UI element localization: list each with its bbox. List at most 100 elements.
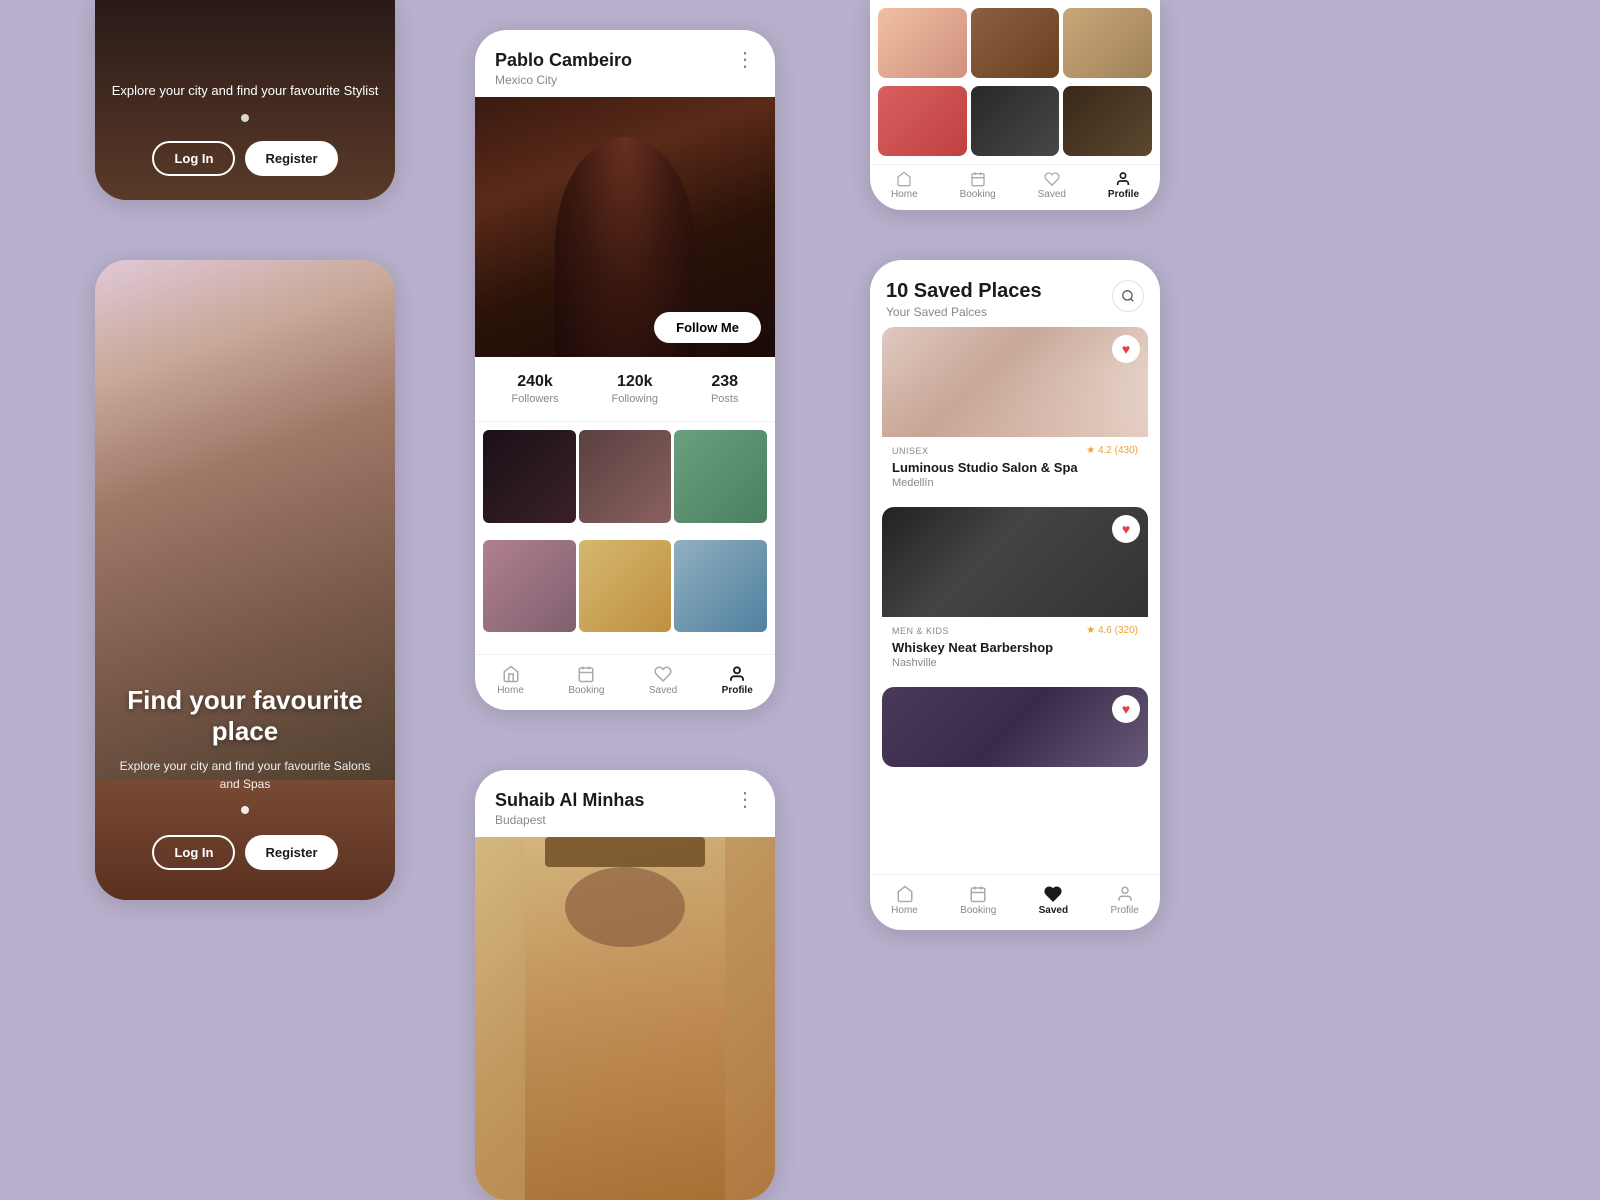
saved-bottom-nav: Home Booking Saved Profile	[870, 874, 1160, 930]
pablo-nav-profile-label: Profile	[722, 685, 753, 696]
pablo-nav-booking[interactable]: Booking	[568, 665, 604, 696]
pablo-photo-4[interactable]	[483, 540, 576, 633]
spa-city: Medellín	[892, 477, 1138, 489]
followers-value: 240k	[511, 373, 558, 391]
gallery-photo-5[interactable]	[971, 86, 1060, 156]
pablo-nav-saved-label: Saved	[649, 685, 677, 696]
barber-info: MEN & KIDS ★ 4.6 (320) Whiskey Neat Barb…	[882, 617, 1148, 677]
posts-label: Posts	[711, 393, 739, 405]
gallery-nav-profile[interactable]: Profile	[1108, 171, 1139, 200]
pablo-photo-2[interactable]	[579, 430, 672, 523]
saved-nav-home[interactable]: Home	[891, 885, 918, 916]
saved-places-header: 10 Saved Places Your Saved Palces	[870, 260, 1160, 327]
top-left-register-button[interactable]: Register	[245, 141, 337, 176]
saved-nav-saved[interactable]: Saved	[1039, 885, 1068, 916]
saved-search-button[interactable]	[1112, 280, 1144, 312]
saved-place-1[interactable]: ♥ UNISEX ★ 4.2 (430) Luminous Studio Sal…	[882, 327, 1148, 497]
saved-nav-booking[interactable]: Booking	[960, 885, 996, 916]
spa-info: UNISEX ★ 4.2 (430) Luminous Studio Salon…	[882, 437, 1148, 497]
pablo-photo-5[interactable]	[579, 540, 672, 633]
pablo-hero-photo: Follow Me	[475, 97, 775, 357]
suhaib-menu-dots[interactable]: ⋮	[735, 790, 755, 810]
saved-nav-saved-label: Saved	[1039, 905, 1068, 916]
gallery-home-icon	[896, 171, 912, 187]
gallery-profile-icon	[1115, 171, 1131, 187]
pablo-photo-1[interactable]	[483, 430, 576, 523]
saved-nav-profile[interactable]: Profile	[1110, 885, 1138, 916]
saved-nav-booking-label: Booking	[960, 905, 996, 916]
saved-place-3[interactable]: ♥	[882, 687, 1148, 767]
barber-heart-button[interactable]: ♥	[1112, 515, 1140, 543]
pablo-nav-profile[interactable]: Profile	[722, 665, 753, 696]
card-top-right-gallery: Home Booking Saved Profile	[870, 0, 1160, 210]
bottom-left-title: Find your favourite place	[127, 685, 362, 746]
gallery-booking-icon	[970, 171, 986, 187]
pablo-profile-header: Pablo Cambeiro Mexico City ⋮	[475, 30, 775, 97]
bottom-left-login-button[interactable]: Log In	[152, 835, 235, 870]
suhaib-location: Budapest	[495, 813, 644, 827]
saved-nav-home-label: Home	[891, 905, 918, 916]
saved-profile-icon	[1116, 885, 1134, 903]
pablo-stats-row: 240k Followers 120k Following 238 Posts	[475, 357, 775, 422]
pablo-photo-6[interactable]	[674, 540, 767, 633]
card-bottom-left: Find your favourite place Explore your c…	[95, 260, 395, 900]
search-icon	[1121, 289, 1135, 303]
pablo-photo-3[interactable]	[674, 430, 767, 523]
spa-tag: UNISEX	[892, 446, 929, 456]
home-icon	[502, 665, 520, 683]
gallery-nav-home-label: Home	[891, 189, 918, 200]
salon3-image	[882, 687, 1148, 767]
saved-booking-icon	[969, 885, 987, 903]
saved-nav-profile-label: Profile	[1110, 905, 1138, 916]
salon3-heart-button[interactable]: ♥	[1112, 695, 1140, 723]
profile-icon-active	[728, 665, 746, 683]
barber-name: Whiskey Neat Barbershop	[892, 640, 1138, 655]
gallery-photo-3[interactable]	[1063, 8, 1152, 78]
followers-stat: 240k Followers	[511, 373, 558, 405]
barber-city: Nashville	[892, 657, 1138, 669]
gallery-nav-booking-label: Booking	[960, 189, 996, 200]
gallery-photo-1[interactable]	[878, 8, 967, 78]
card-top-left: Explore your city and find your favourit…	[95, 0, 395, 200]
gallery-nav-saved[interactable]: Saved	[1038, 171, 1066, 200]
saved-home-icon	[896, 885, 914, 903]
saved-place-2[interactable]: ♥ MEN & KIDS ★ 4.6 (320) Whiskey Neat Ba…	[882, 507, 1148, 677]
following-label: Following	[612, 393, 658, 405]
barber-image	[882, 507, 1148, 617]
following-value: 120k	[612, 373, 658, 391]
gallery-saved-icon	[1044, 171, 1060, 187]
top-left-login-button[interactable]: Log In	[152, 141, 235, 176]
top-right-photo-grid	[870, 0, 1160, 164]
gallery-nav-home[interactable]: Home	[891, 171, 918, 200]
card-saved-places: 10 Saved Places Your Saved Palces ♥ UNIS…	[870, 260, 1160, 930]
posts-value: 238	[711, 373, 739, 391]
gallery-nav-profile-label: Profile	[1108, 189, 1139, 200]
follow-me-button[interactable]: Follow Me	[654, 312, 761, 343]
gallery-photo-6[interactable]	[1063, 86, 1152, 156]
pablo-nav-booking-label: Booking	[568, 685, 604, 696]
pablo-menu-dots[interactable]: ⋮	[735, 50, 755, 70]
barber-rating: ★ 4.6 (320)	[1086, 625, 1138, 636]
gallery-nav-booking[interactable]: Booking	[960, 171, 996, 200]
spa-name: Luminous Studio Salon & Spa	[892, 460, 1138, 475]
gallery-photo-2[interactable]	[971, 8, 1060, 78]
posts-stat: 238 Posts	[711, 373, 739, 405]
card-pablo-cambeiro: Pablo Cambeiro Mexico City ⋮ Follow Me 2…	[475, 30, 775, 710]
spa-heart-button[interactable]: ♥	[1112, 335, 1140, 363]
spa-image	[882, 327, 1148, 437]
pablo-photo-grid	[475, 422, 775, 654]
bottom-left-subtext: Explore your city and find your favourit…	[115, 757, 375, 793]
pablo-location: Mexico City	[495, 73, 632, 87]
booking-icon	[577, 665, 595, 683]
followers-label: Followers	[511, 393, 558, 405]
pablo-nav-home[interactable]: Home	[497, 665, 524, 696]
pablo-nav-saved[interactable]: Saved	[649, 665, 677, 696]
bottom-left-register-button[interactable]: Register	[245, 835, 337, 870]
following-stat: 120k Following	[612, 373, 658, 405]
saved-icon	[654, 665, 672, 683]
top-left-subtitle: Explore your city and find your favourit…	[95, 81, 395, 101]
suhaib-profile-header: Suhaib Al Minhas Budapest ⋮	[475, 770, 775, 837]
gallery-photo-4[interactable]	[878, 86, 967, 156]
barber-tag: MEN & KIDS	[892, 626, 949, 636]
pablo-nav-home-label: Home	[497, 685, 524, 696]
